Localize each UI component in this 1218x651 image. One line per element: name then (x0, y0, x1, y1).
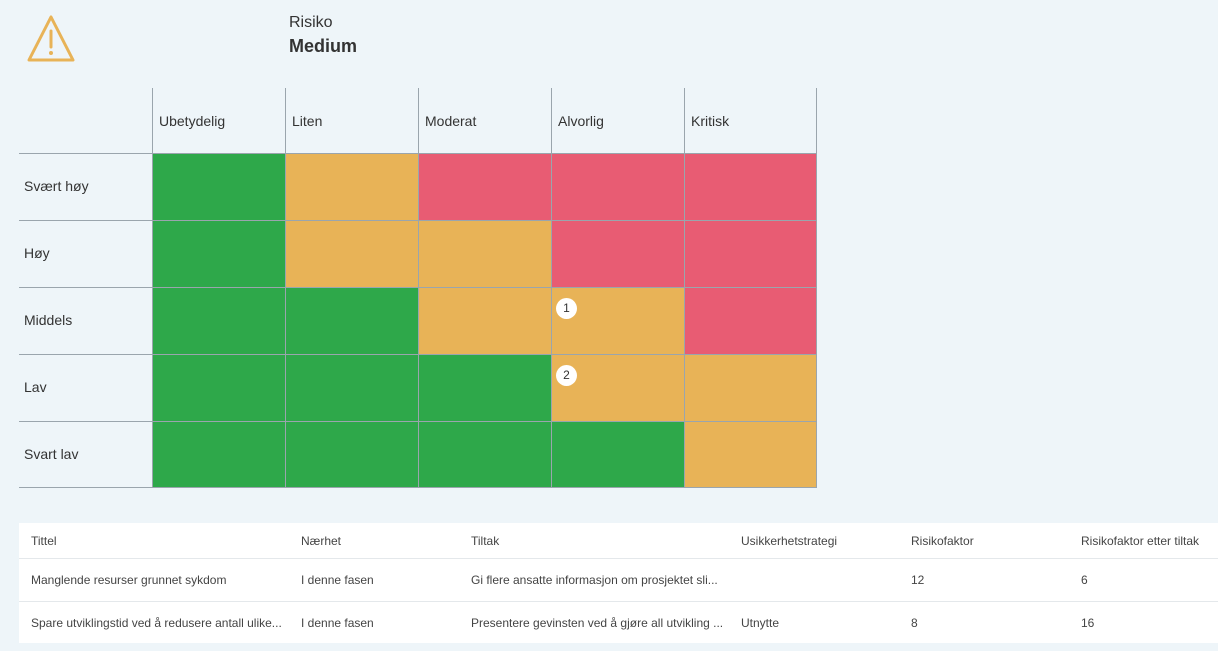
risk-matrix: Ubetydelig Liten Moderat Alvorlig Kritis… (19, 88, 817, 488)
matrix-cell[interactable] (684, 421, 817, 488)
matrix-cell[interactable] (285, 153, 418, 220)
matrix-cell[interactable] (285, 220, 418, 287)
column-header-risikofaktor[interactable]: Risikofaktor (899, 523, 1069, 559)
matrix-cell[interactable] (418, 220, 551, 287)
cell-naerhet: I denne fasen (301, 616, 374, 630)
risk-label: Risiko (289, 14, 333, 31)
column-header-kritisk: Kritisk (684, 88, 817, 153)
table-row[interactable]: Spare utviklingstid ved å redusere antal… (19, 602, 1218, 645)
matrix-cell[interactable] (551, 153, 684, 220)
cell-risikofaktor-etter-tiltak: 6 (1069, 558, 1218, 602)
cell-tittel: Spare utviklingstid ved å redusere antal… (31, 616, 282, 630)
warning-triangle-icon (26, 14, 76, 64)
risk-table: Tittel Nærhet Tiltak Usikkerhetstrategi … (19, 523, 1218, 643)
matrix-cell[interactable] (551, 421, 684, 488)
matrix-cell[interactable] (551, 220, 684, 287)
matrix-cell[interactable] (152, 153, 285, 220)
cell-risikofaktor: 12 (899, 558, 1069, 602)
risk-marker-2[interactable]: 2 (556, 365, 577, 386)
table-header-row: Tittel Nærhet Tiltak Usikkerhetstrategi … (19, 523, 1218, 559)
risk-marker-1[interactable]: 1 (556, 298, 577, 319)
cell-tittel: Manglende resurser grunnet sykdom (19, 558, 289, 602)
matrix-cell[interactable] (285, 421, 418, 488)
column-header-moderat: Moderat (418, 88, 551, 153)
matrix-cell[interactable]: 1 (551, 287, 684, 354)
column-header-liten: Liten (285, 88, 418, 153)
matrix-cell[interactable] (418, 153, 551, 220)
cell-tiltak: Presentere gevinsten ved å gjøre all utv… (471, 616, 724, 630)
column-header-ubetydelig: Ubetydelig (152, 88, 285, 153)
cell-usikkerhetstrategi (729, 558, 899, 602)
row-label-middels: Middels (19, 287, 152, 354)
matrix-cell[interactable] (152, 220, 285, 287)
row-label-svaert-hoy: Svært høy (19, 153, 152, 220)
matrix-cell[interactable] (684, 287, 817, 354)
row-label-lav: Lav (19, 354, 152, 421)
cell-usikkerhetstrategi: Utnytte (741, 616, 780, 630)
matrix-cell[interactable] (285, 287, 418, 354)
column-header-risikofaktor-etter-tiltak[interactable]: Risikofaktor etter tiltak (1069, 523, 1218, 559)
cell-risikofaktor: 8 (911, 616, 918, 630)
column-header-tittel[interactable]: Tittel (19, 523, 289, 559)
matrix-cell[interactable] (285, 354, 418, 421)
column-header-naerhet[interactable]: Nærhet (289, 523, 459, 559)
matrix-cell[interactable] (684, 220, 817, 287)
matrix-cell[interactable] (152, 287, 285, 354)
risk-value: Medium (289, 36, 358, 56)
cell-risikofaktor-etter-tiltak: 16 (1081, 616, 1095, 630)
cell-tiltak: Gi flere ansatte informasjon om prosjekt… (459, 558, 729, 602)
row-label-svart-lav: Svart lav (19, 421, 152, 488)
matrix-cell[interactable] (684, 354, 817, 421)
row-label-hoy: Høy (19, 220, 152, 287)
column-header-tiltak[interactable]: Tiltak (459, 523, 729, 559)
column-header-alvorlig: Alvorlig (551, 88, 684, 153)
matrix-cell[interactable] (418, 287, 551, 354)
risk-summary: Risiko Medium (289, 14, 357, 57)
table-row[interactable]: Manglende resurser grunnet sykdom I denn… (19, 558, 1218, 602)
matrix-cell[interactable] (418, 354, 551, 421)
matrix-cell[interactable] (152, 354, 285, 421)
matrix-corner (19, 88, 152, 153)
column-header-usikkerhetstrategi[interactable]: Usikkerhetstrategi (729, 523, 899, 559)
matrix-cell[interactable] (418, 421, 551, 488)
matrix-cell[interactable] (684, 153, 817, 220)
cell-naerhet: I denne fasen (289, 558, 459, 602)
matrix-cell[interactable]: 2 (551, 354, 684, 421)
matrix-cell[interactable] (152, 421, 285, 488)
